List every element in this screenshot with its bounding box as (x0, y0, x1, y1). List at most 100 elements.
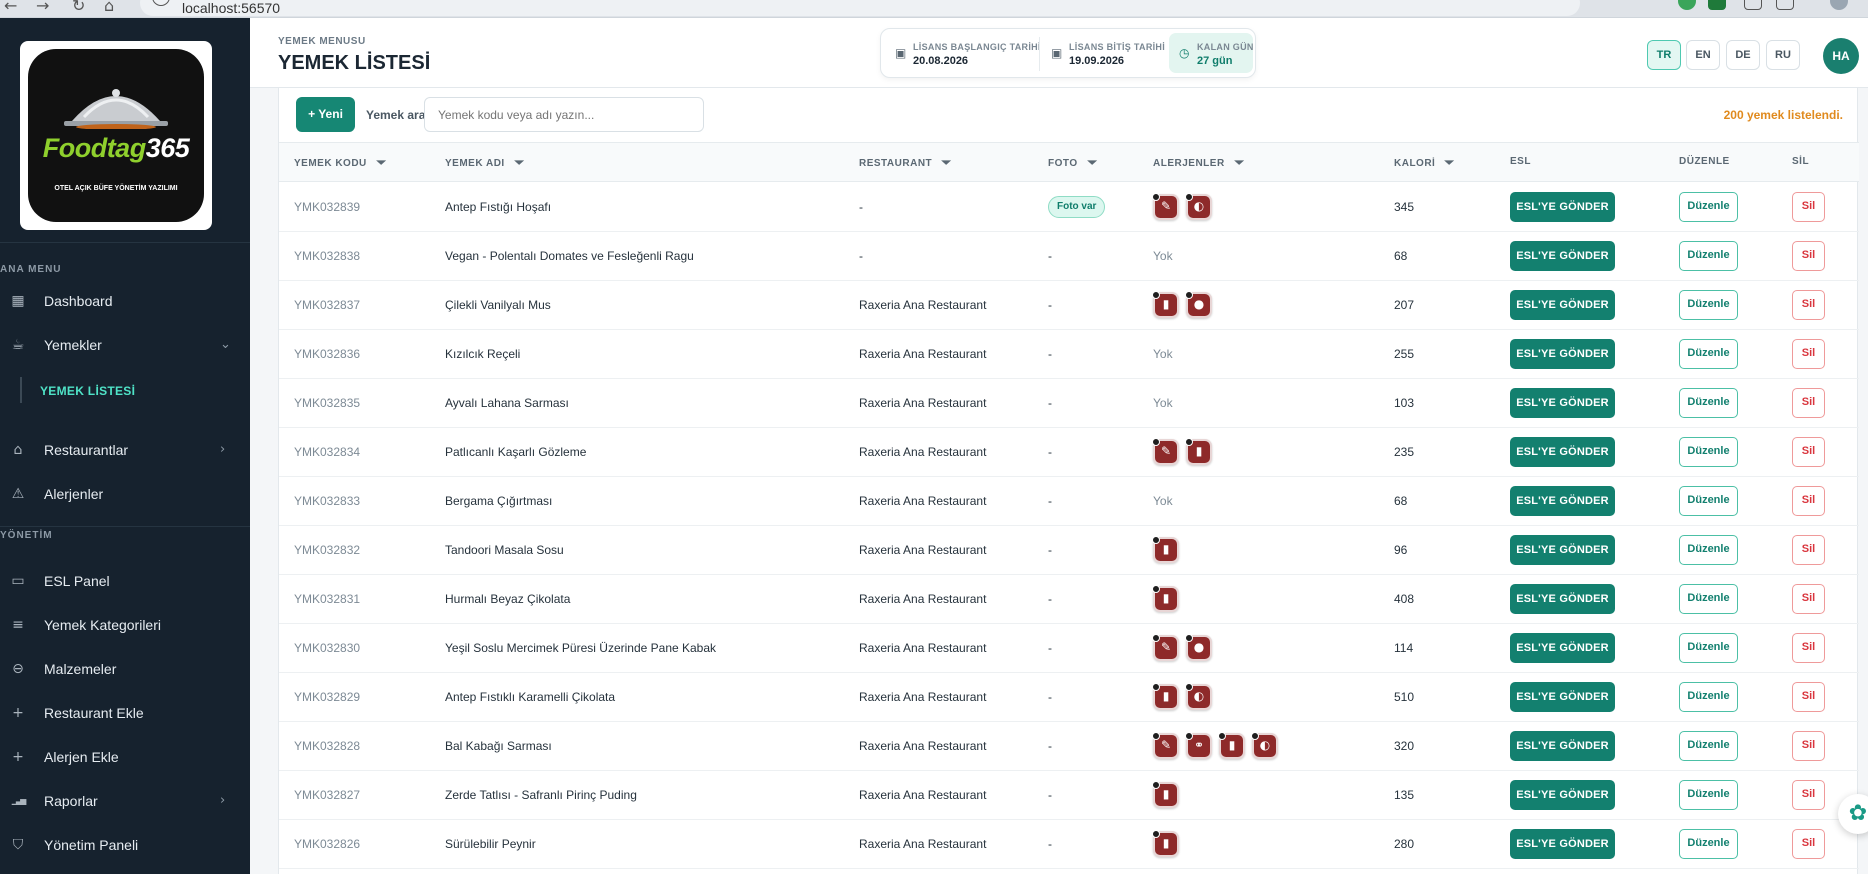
extensions-icon[interactable] (1744, 0, 1762, 10)
delete-button[interactable]: Sil (1792, 584, 1825, 614)
sidebar-item-alerjen-ekle[interactable]: + Alerjen Ekle (0, 740, 250, 776)
sidebar-item-yemek-kategorileri[interactable]: ≡ Yemek Kategorileri (0, 608, 250, 644)
sidebar-item-yemekler[interactable]: ☕ Yemekler ⌄ (0, 328, 250, 364)
edit-button[interactable]: Düzenle (1679, 682, 1738, 712)
send-to-esl-button[interactable]: ESL'YE GÖNDER (1510, 339, 1615, 369)
delete-button[interactable]: Sil (1792, 290, 1825, 320)
send-to-esl-button[interactable]: ESL'YE GÖNDER (1510, 682, 1615, 712)
allergen-icon[interactable]: ▮ (1152, 683, 1179, 710)
delete-button[interactable]: Sil (1792, 486, 1825, 516)
column-header-calories[interactable]: KALORİ ⏷ (1394, 156, 1455, 170)
filter-icon[interactable]: ⏷ (1234, 156, 1244, 170)
allergen-icon[interactable]: ● (1185, 291, 1212, 318)
allergen-icon[interactable]: ◐ (1185, 193, 1212, 220)
allergen-icon[interactable]: ▮ (1152, 830, 1179, 857)
delete-button[interactable]: Sil (1792, 731, 1825, 761)
edit-button[interactable]: Düzenle (1679, 780, 1738, 810)
sidebar-item-restaurant-ekle[interactable]: + Restaurant Ekle (0, 696, 250, 732)
allergen-icon[interactable]: ▮ (1152, 585, 1179, 612)
allergen-icon[interactable]: ● (1185, 634, 1212, 661)
edit-button[interactable]: Düzenle (1679, 388, 1738, 418)
delete-button[interactable]: Sil (1792, 339, 1825, 369)
filter-icon[interactable]: ⏷ (376, 156, 386, 170)
send-to-esl-button[interactable]: ESL'YE GÖNDER (1510, 780, 1615, 810)
delete-button[interactable]: Sil (1792, 192, 1825, 222)
allergen-icon[interactable]: ▮ (1185, 438, 1212, 465)
send-to-esl-button[interactable]: ESL'YE GÖNDER (1510, 290, 1615, 320)
logo[interactable]: Foodtag365 OTEL AÇIK BÜFE YÖNETİM YAZILI… (20, 41, 212, 230)
send-to-esl-button[interactable]: ESL'YE GÖNDER (1510, 829, 1615, 859)
extension-shield-icon[interactable] (1678, 0, 1696, 10)
allergen-icon[interactable]: ▮ (1152, 291, 1179, 318)
allergen-icon[interactable]: ✎ (1152, 732, 1179, 759)
home-icon[interactable]: ⌂ (104, 0, 114, 15)
edit-button[interactable]: Düzenle (1679, 731, 1738, 761)
sidebar-item-yonetim-paneli[interactable]: ⛉ Yönetim Paneli (0, 828, 250, 864)
site-info-icon[interactable]: i (152, 0, 170, 6)
address-bar[interactable]: i localhost:56570 (140, 0, 1580, 16)
column-header-code[interactable]: YEMEK KODU ⏷ (294, 156, 386, 170)
column-header-photo[interactable]: FOTO ⏷ (1048, 156, 1097, 170)
allergen-icon[interactable]: ⚭ (1185, 732, 1212, 759)
send-to-esl-button[interactable]: ESL'YE GÖNDER (1510, 633, 1615, 663)
allergen-icon[interactable]: ▮ (1152, 781, 1179, 808)
allergen-icon[interactable]: ✎ (1152, 193, 1179, 220)
filter-icon[interactable]: ⏷ (1445, 156, 1455, 170)
sidebar-item-restaurantlar[interactable]: ⌂ Restaurantlar › (0, 433, 250, 469)
lang-de-button[interactable]: DE (1726, 40, 1760, 70)
delete-button[interactable]: Sil (1792, 682, 1825, 712)
sidebar-item-alerjenler[interactable]: ⚠ Alerjenler (0, 477, 250, 513)
delete-button[interactable]: Sil (1792, 535, 1825, 565)
edit-button[interactable]: Düzenle (1679, 633, 1738, 663)
delete-button[interactable]: Sil (1792, 633, 1825, 663)
back-icon[interactable]: ← (4, 0, 17, 15)
column-header-allergens[interactable]: ALERJENLER ⏷ (1153, 156, 1244, 170)
downloads-icon[interactable] (1776, 0, 1794, 10)
allergen-icon[interactable]: ▮ (1218, 732, 1245, 759)
column-header-restaurant[interactable]: RESTAURANT ⏷ (859, 156, 951, 170)
edit-button[interactable]: Düzenle (1679, 829, 1738, 859)
lang-tr-button[interactable]: TR (1647, 40, 1681, 70)
edit-button[interactable]: Düzenle (1679, 241, 1738, 271)
allergen-icon[interactable]: ▮ (1152, 536, 1179, 563)
sidebar-item-raporlar[interactable]: ▁▃▅ Raporlar › (0, 784, 250, 820)
extension-green-icon[interactable] (1708, 0, 1726, 10)
edit-button[interactable]: Düzenle (1679, 584, 1738, 614)
lang-en-button[interactable]: EN (1686, 40, 1720, 70)
new-food-button[interactable]: + Yeni (296, 97, 355, 132)
forward-icon[interactable]: → (36, 0, 49, 15)
edit-button[interactable]: Düzenle (1679, 339, 1738, 369)
send-to-esl-button[interactable]: ESL'YE GÖNDER (1510, 437, 1615, 467)
reload-icon[interactable]: ↻ (72, 0, 85, 15)
filter-icon[interactable]: ⏷ (1087, 156, 1097, 170)
send-to-esl-button[interactable]: ESL'YE GÖNDER (1510, 486, 1615, 516)
avatar[interactable]: HA (1823, 38, 1859, 74)
send-to-esl-button[interactable]: ESL'YE GÖNDER (1510, 388, 1615, 418)
send-to-esl-button[interactable]: ESL'YE GÖNDER (1510, 241, 1615, 271)
filter-icon[interactable]: ⏷ (942, 156, 952, 170)
edit-button[interactable]: Düzenle (1679, 290, 1738, 320)
column-header-name[interactable]: YEMEK ADI ⏷ (445, 156, 524, 170)
delete-button[interactable]: Sil (1792, 388, 1825, 418)
sidebar-item-malzemeler[interactable]: ⊖ Malzemeler (0, 652, 250, 688)
profile-icon[interactable] (1830, 0, 1848, 10)
edit-button[interactable]: Düzenle (1679, 192, 1738, 222)
delete-button[interactable]: Sil (1792, 829, 1825, 859)
send-to-esl-button[interactable]: ESL'YE GÖNDER (1510, 584, 1615, 614)
allergen-icon[interactable]: ✎ (1152, 634, 1179, 661)
sidebar-item-esl-panel[interactable]: ▭ ESL Panel (0, 564, 250, 600)
filter-icon[interactable]: ⏷ (514, 156, 524, 170)
allergen-icon[interactable]: ✎ (1152, 438, 1179, 465)
search-input[interactable] (424, 97, 704, 132)
lang-ru-button[interactable]: RU (1766, 40, 1800, 70)
send-to-esl-button[interactable]: ESL'YE GÖNDER (1510, 192, 1615, 222)
edit-button[interactable]: Düzenle (1679, 437, 1738, 467)
delete-button[interactable]: Sil (1792, 437, 1825, 467)
edit-button[interactable]: Düzenle (1679, 535, 1738, 565)
sidebar-subitem-yemek-listesi[interactable]: YEMEK LİSTESİ (40, 384, 135, 398)
send-to-esl-button[interactable]: ESL'YE GÖNDER (1510, 731, 1615, 761)
allergen-icon[interactable]: ◐ (1185, 683, 1212, 710)
sidebar-item-dashboard[interactable]: ▦ Dashboard (0, 284, 250, 320)
delete-button[interactable]: Sil (1792, 241, 1825, 271)
edit-button[interactable]: Düzenle (1679, 486, 1738, 516)
